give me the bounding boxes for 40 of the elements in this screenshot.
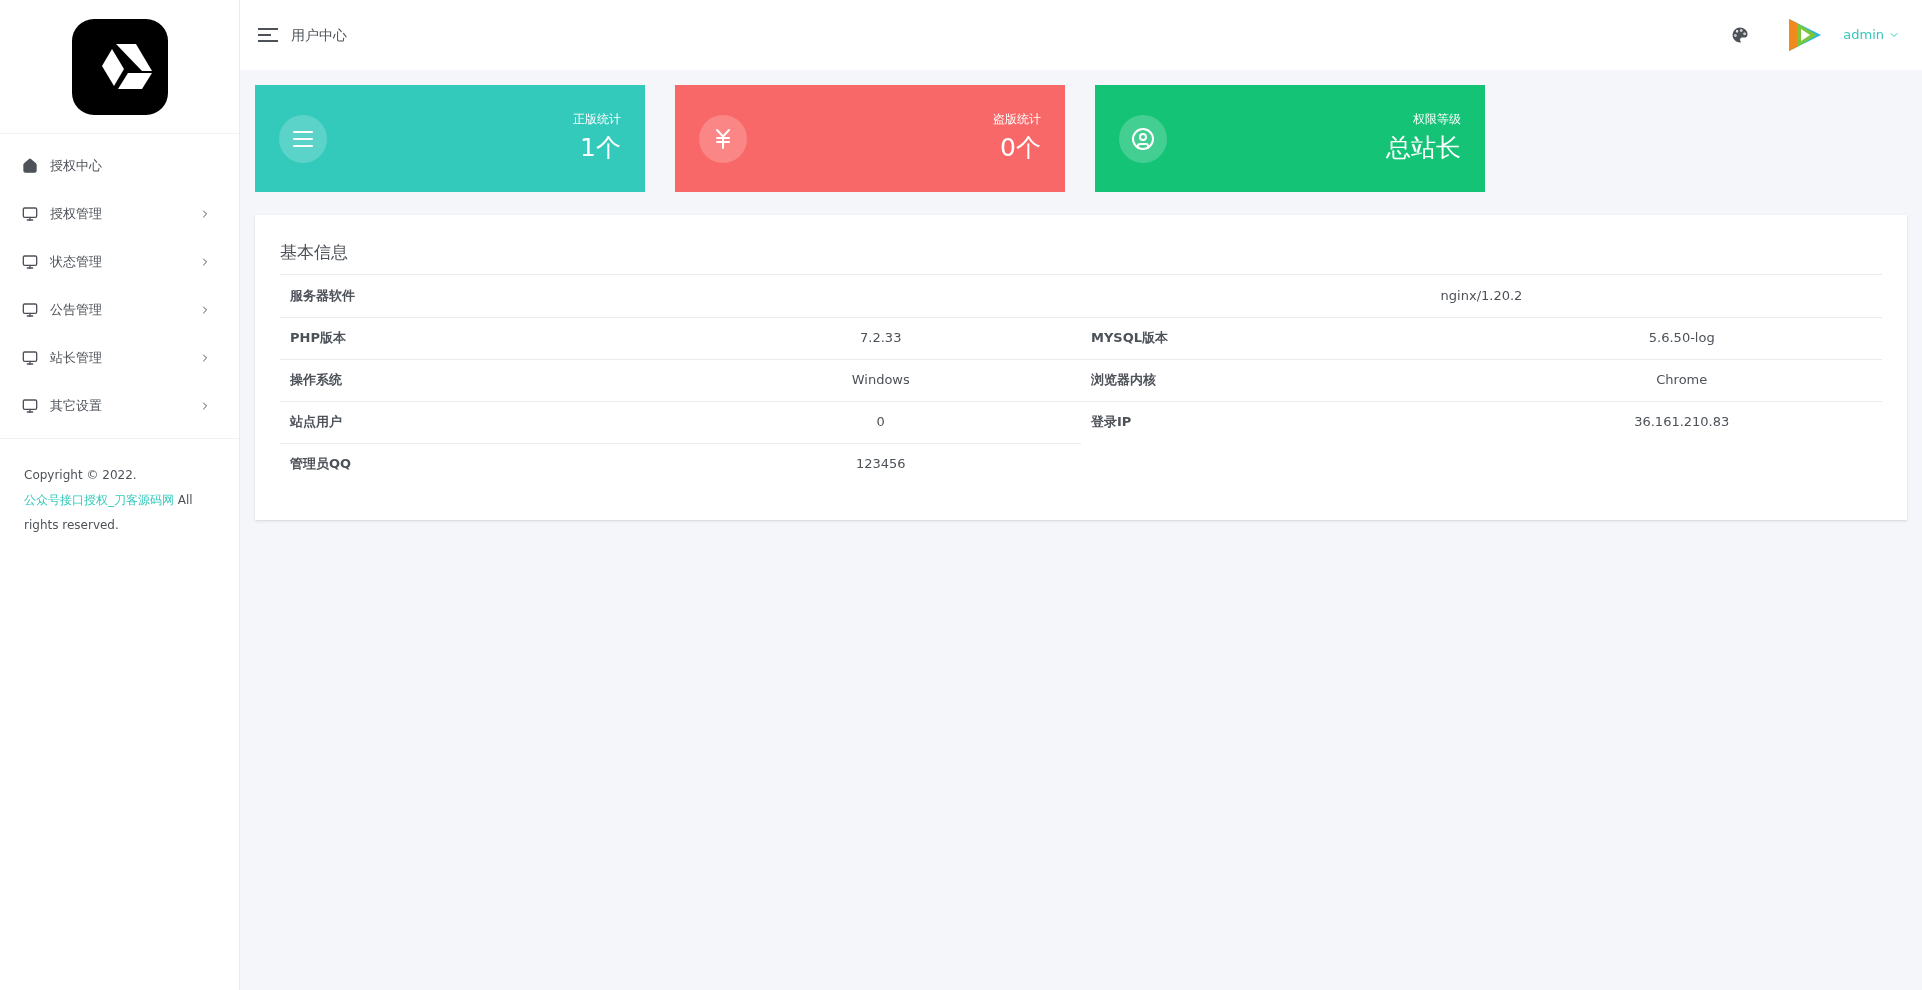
- stat-label: 正版统计: [573, 110, 621, 128]
- sidebar-item[interactable]: 状态管理: [0, 238, 239, 286]
- monitor-icon: [22, 350, 38, 366]
- menu-icon[interactable]: [257, 27, 279, 43]
- stat-label: 盗版统计: [993, 110, 1041, 128]
- sidebar-item[interactable]: 授权中心: [0, 142, 239, 190]
- stat-value: 总站长: [1386, 131, 1461, 164]
- page-title: 用户中心: [291, 25, 347, 45]
- table-cell: Windows: [680, 358, 1081, 401]
- table-cell: 登录IP: [1081, 400, 1482, 443]
- home-icon: [22, 158, 38, 174]
- table-cell: Chrome: [1481, 358, 1882, 401]
- table-cell: 7.2.33: [680, 316, 1081, 359]
- sidebar-item[interactable]: 其它设置: [0, 382, 239, 430]
- sidebar-item[interactable]: 授权管理: [0, 190, 239, 238]
- monitor-icon: [22, 398, 38, 414]
- monitor-icon: [22, 302, 38, 318]
- table-cell: 站点用户: [280, 400, 681, 443]
- table-cell: MYSQL版本: [1081, 316, 1482, 359]
- monitor-icon: [22, 206, 38, 222]
- table-cell: 操作系统: [280, 358, 681, 401]
- stat-label: 权限等级: [1413, 110, 1461, 128]
- table-cell: PHP版本: [280, 316, 681, 359]
- table-cell: 5.6.50-log: [1481, 316, 1882, 359]
- table-cell: 123456: [680, 442, 1081, 485]
- table-cell-text: 服务器软件: [289, 286, 356, 305]
- table-cell: 管理员QQ: [280, 442, 681, 485]
- table-cell: 36.161.210.83: [1481, 400, 1882, 443]
- table-cell: 浏览器内核: [1081, 358, 1482, 401]
- stat-value: 0个: [1000, 131, 1041, 164]
- table-cell-text: nginx/1.20.2: [1439, 286, 1524, 305]
- user-icon: [1131, 126, 1155, 151]
- stat-value: 1个: [580, 131, 621, 164]
- card-title: 基本信息: [280, 240, 1882, 275]
- copyright-text: Copyright © 2022. 公众号接口授权_刀客源码网 All rights reserved.: [23, 467, 194, 534]
- sidebar-item[interactable]: 站长管理: [0, 334, 239, 382]
- table-cell: 0: [680, 400, 1081, 443]
- monitor-icon: [22, 254, 38, 270]
- sidebar-item[interactable]: 公告管理: [0, 286, 239, 334]
- palette-icon[interactable]: [1730, 25, 1751, 45]
